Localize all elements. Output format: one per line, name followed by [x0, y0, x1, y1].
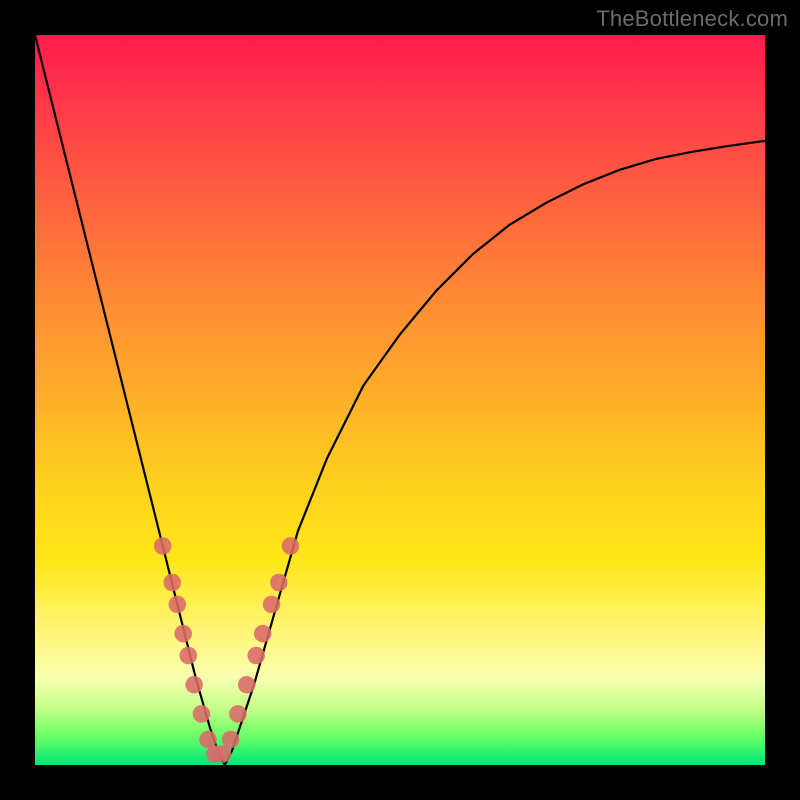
bead-point: [270, 574, 288, 592]
bead-point: [185, 676, 203, 694]
bead-point: [254, 625, 272, 643]
bead-point: [193, 705, 211, 723]
bead-point: [222, 731, 240, 749]
bead-point: [174, 625, 192, 643]
chart-overlay-svg: [35, 35, 765, 765]
bead-point: [229, 705, 247, 723]
bead-point: [180, 647, 198, 665]
bead-point: [282, 537, 300, 555]
bead-points-group: [154, 537, 299, 763]
bead-point: [247, 647, 265, 665]
watermark-text: TheBottleneck.com: [596, 6, 788, 32]
bead-point: [163, 574, 181, 592]
bottleneck-curve-line: [35, 35, 765, 765]
bead-point: [169, 596, 187, 614]
chart-plot-area: [35, 35, 765, 765]
bead-point: [154, 537, 172, 555]
bead-point: [263, 596, 281, 614]
bead-point: [238, 676, 256, 694]
chart-frame: TheBottleneck.com: [0, 0, 800, 800]
